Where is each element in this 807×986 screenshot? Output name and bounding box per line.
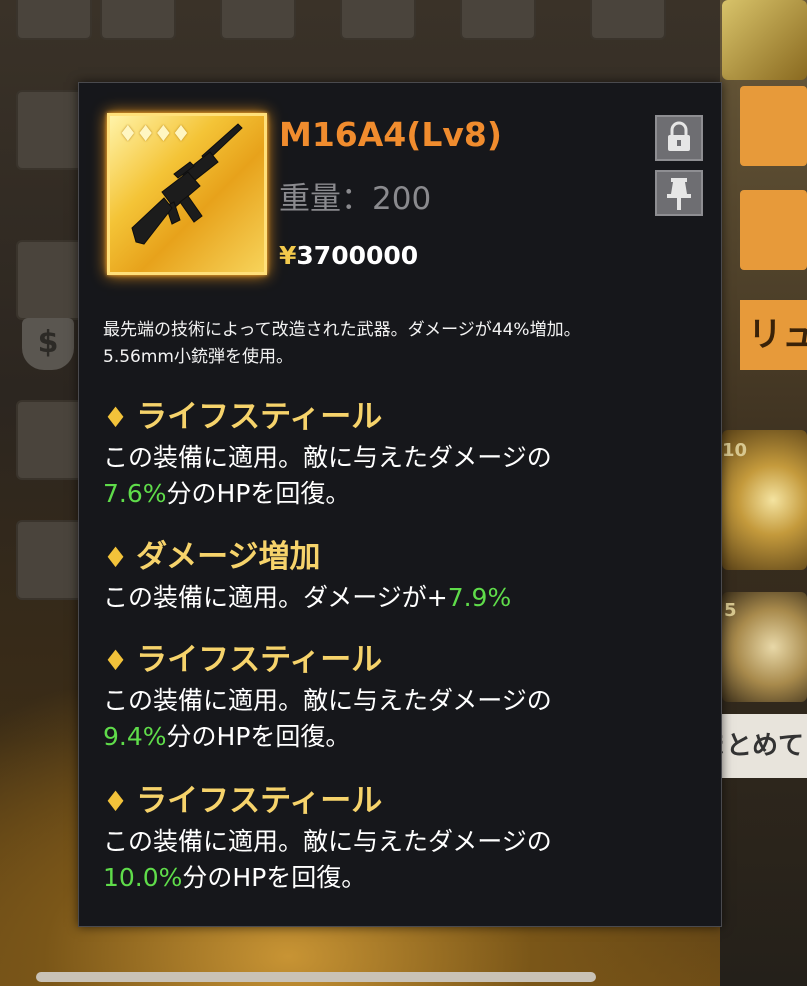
- effect-text: 分のHPを回復。: [166, 479, 351, 508]
- effect-description: この装備に適用。敵に与えたダメージの 9.4%分のHPを回復。: [103, 683, 703, 755]
- backpack-button[interactable]: リュ: [740, 300, 807, 370]
- description-line: 最先端の技術によって改造された武器。ダメージが44%増加。: [103, 320, 581, 340]
- effect-title-text: ライフスティール: [136, 783, 383, 819]
- shield-currency-icon: $: [22, 318, 74, 370]
- level-badge: 5: [724, 600, 737, 621]
- effect-text: この装備に適用。敵に与えたダメージの: [103, 686, 552, 715]
- effect-text: 分のHPを回復。: [182, 863, 367, 892]
- level-badge: 10: [722, 440, 748, 461]
- effect-value: 9.4%: [103, 722, 167, 751]
- item-detail-panel: ♦♦♦♦ M16A4(Lv8) 重量：200 ¥3700000 最先端の技術によ…: [78, 82, 722, 927]
- effect-text: 分のHPを回復。: [166, 722, 351, 751]
- effect-title-text: ダメージ増加: [136, 539, 321, 575]
- effect-text: この装備に適用。ダメージが+: [103, 583, 448, 612]
- effect-title: ♦ ライフスティール: [103, 391, 382, 436]
- lock-button[interactable]: [655, 115, 703, 161]
- horizontal-scrollbar[interactable]: [36, 972, 596, 982]
- item-icon: ♦♦♦♦: [107, 113, 267, 275]
- pin-icon: [667, 178, 691, 210]
- right-item-slot[interactable]: [722, 0, 807, 80]
- effect-description: この装備に適用。ダメージが+7.9%: [103, 580, 703, 616]
- inventory-slot[interactable]: [590, 0, 666, 40]
- item-name: M16A4(Lv8): [279, 115, 502, 154]
- diamond-gem-icon: ♦: [103, 644, 129, 677]
- effect-value: 10.0%: [103, 863, 183, 892]
- effect-title: ♦ ダメージ増加: [103, 531, 321, 576]
- right-action-button[interactable]: [740, 190, 807, 270]
- description-line: 5.56mm小銃弾を使用。: [103, 347, 293, 367]
- pin-button[interactable]: [655, 170, 703, 216]
- inventory-slot[interactable]: [460, 0, 536, 40]
- effect-title: ♦ ライフスティール: [103, 775, 382, 820]
- inventory-slot[interactable]: [100, 0, 176, 40]
- effect-text: この装備に適用。敵に与えたダメージの: [103, 827, 552, 856]
- effect-title-text: ライフスティール: [136, 642, 383, 678]
- effect-value: 7.6%: [103, 479, 167, 508]
- effect-text: この装備に適用。敵に与えたダメージの: [103, 443, 552, 472]
- item-price: ¥3700000: [279, 241, 418, 270]
- yen-icon: ¥: [279, 241, 297, 270]
- diamond-gem-icon: ♦: [103, 541, 129, 574]
- item-description: 最先端の技術によって改造された武器。ダメージが44%増加。 5.56mm小銃弾を…: [103, 317, 703, 371]
- inventory-slot[interactable]: [220, 0, 296, 40]
- right-action-button[interactable]: [740, 86, 807, 166]
- effect-description: この装備に適用。敵に与えたダメージの 10.0%分のHPを回復。: [103, 824, 703, 896]
- inventory-slot[interactable]: [340, 0, 416, 40]
- item-weight: 重量：200: [279, 181, 432, 217]
- lock-icon: [668, 121, 690, 151]
- effect-value: 7.9%: [447, 583, 512, 612]
- effect-title-text: ライフスティール: [136, 399, 383, 435]
- price-value: 3700000: [296, 241, 419, 270]
- diamond-gem-icon: ♦: [103, 785, 129, 818]
- effect-title: ♦ ライフスティール: [103, 634, 382, 679]
- inventory-slot[interactable]: [16, 0, 92, 40]
- diamond-gem-icon: ♦: [103, 401, 129, 434]
- rifle-icon: [131, 123, 243, 245]
- effect-description: この装備に適用。敵に与えたダメージの 7.6%分のHPを回復。: [103, 440, 703, 512]
